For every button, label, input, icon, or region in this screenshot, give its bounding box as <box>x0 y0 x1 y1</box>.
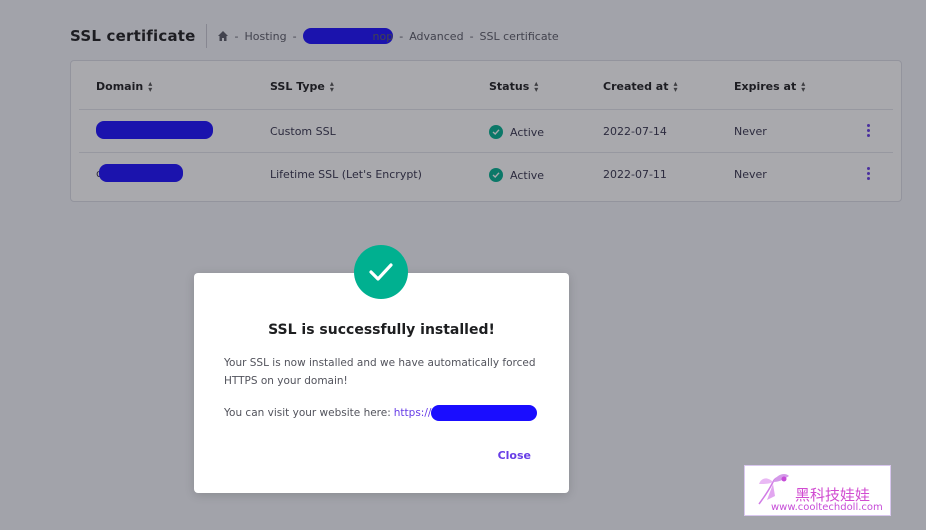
modal-message: Your SSL is now installed and we have au… <box>224 357 536 387</box>
success-modal: SSL is successfully installed! Your SSL … <box>194 245 569 493</box>
watermark-url: www.cooltechdoll.com <box>771 502 883 513</box>
watermark: 黑科技娃娃 www.cooltechdoll.com <box>744 465 891 516</box>
visit-text: You can visit your website here: <box>224 407 391 419</box>
close-button[interactable]: Close <box>498 449 531 462</box>
redacted-url <box>431 405 538 421</box>
checkmark-icon <box>354 245 408 299</box>
website-link[interactable]: https:// <box>394 404 538 422</box>
modal-visit-line: You can visit your website here: https:/… <box>224 404 544 422</box>
modal-title: SSL is successfully installed! <box>268 322 495 338</box>
